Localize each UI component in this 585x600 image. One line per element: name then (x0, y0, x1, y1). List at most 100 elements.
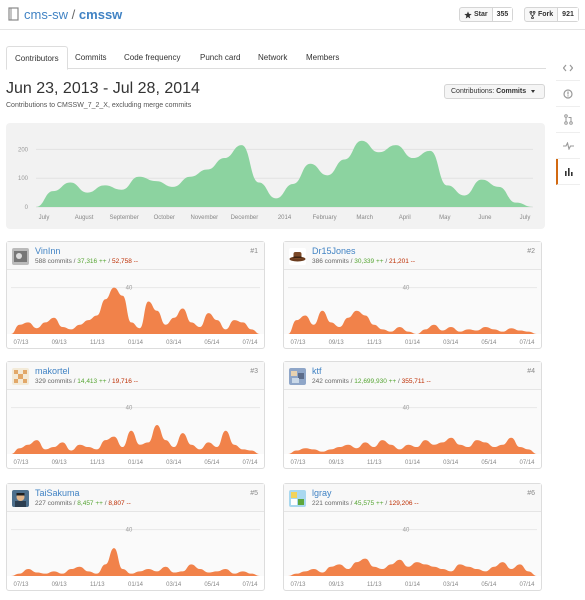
x-tick-label: 01/14 (405, 460, 421, 466)
contributor-card: VinInn 588 commits / 37,316 ++ / 52,758 … (6, 241, 265, 349)
tab-contributors[interactable]: Contributors (6, 46, 68, 70)
repo-name-link[interactable]: cmssw (79, 7, 122, 22)
contributor-chart-svg: 40 07/13 09/13 11/13 01/14 03/14 05/14 07/14 (7, 270, 264, 346)
pull-request-icon[interactable] (556, 107, 580, 133)
deletions: 129,206 -- (388, 500, 419, 507)
contributor-name[interactable]: makortel (35, 366, 70, 376)
x-tick-label: 05/14 (204, 340, 220, 346)
contributor-rank: #2 (527, 248, 535, 255)
x-tick-label: 09/13 (52, 340, 68, 346)
tab-network[interactable]: Network (250, 46, 295, 69)
avatar[interactable] (12, 248, 29, 265)
graphs-icon[interactable] (556, 159, 580, 185)
x-tick-label: June (478, 215, 492, 221)
commit-count: 227 commits (35, 500, 72, 507)
x-tick-label: 09/13 (52, 582, 68, 588)
contributor-name[interactable]: VinInn (35, 246, 60, 256)
contributor-stats: 588 commits / 37,316 ++ / 52,758 -- (35, 258, 139, 265)
tab-commits[interactable]: Commits (67, 46, 115, 69)
commit-count: 588 commits (35, 258, 72, 265)
star-button[interactable]: Star (460, 8, 493, 21)
fork-button-group: Fork 921 (524, 7, 579, 22)
contributor-card-header: VinInn 588 commits / 37,316 ++ / 52,758 … (7, 242, 264, 270)
contributor-card: lgray 221 commits / 45,575 ++ / 129,206 … (283, 483, 542, 591)
contributor-card: TaiSakuma 227 commits / 8,457 ++ / 8,807… (6, 483, 265, 591)
repo-icon (8, 7, 19, 21)
tab-punch-card[interactable]: Punch card (192, 46, 248, 69)
contributions-subtitle: Contributions to CMSSW_7_2_X, excluding … (6, 102, 192, 109)
x-tick-label: 03/14 (443, 460, 459, 466)
commit-count: 329 commits (35, 378, 72, 385)
x-tick-label: 07/13 (13, 582, 29, 588)
select-value: Commits (496, 88, 527, 95)
code-icon[interactable] (556, 55, 580, 81)
contributions-select[interactable]: Contributions: Commits (444, 84, 545, 99)
x-tick-label: 05/14 (481, 460, 497, 466)
deletions: 8,807 -- (108, 500, 131, 507)
fork-icon (529, 10, 536, 19)
date-range: Jun 23, 2013 - Jul 28, 2014 (6, 80, 200, 97)
avatar[interactable] (12, 368, 29, 385)
tab-code-frequency[interactable]: Code frequency (116, 46, 188, 69)
contributor-chart-svg: 40 07/13 09/13 11/13 01/14 03/14 05/14 07/14 (7, 390, 264, 466)
deletions: 19,716 -- (111, 378, 139, 385)
x-tick-label: 05/14 (204, 460, 220, 466)
deletions: 21,201 -- (388, 258, 416, 265)
contributor-name[interactable]: lgray (312, 488, 332, 498)
x-tick-label: 03/14 (443, 340, 459, 346)
contributor-name[interactable]: TaiSakuma (35, 488, 80, 498)
avatar[interactable] (12, 490, 29, 507)
avatar[interactable] (289, 248, 306, 265)
deletions: 355,711 -- (401, 378, 431, 385)
main-chart-svg: 0 100 200 July August September October Novembe… (18, 140, 533, 221)
main-contributions-chart: 0 100 200 July August September October Novembe… (6, 123, 545, 229)
x-tick-label: 2014 (278, 215, 292, 221)
x-tick-label: December (231, 215, 259, 221)
fork-count[interactable]: 921 (558, 8, 578, 21)
fork-label: Fork (538, 11, 554, 18)
star-count[interactable]: 355 (492, 8, 513, 21)
contributor-name[interactable]: Dr15Jones (312, 246, 356, 256)
x-tick-label: 01/14 (128, 582, 144, 588)
contributor-name[interactable]: ktf (312, 366, 322, 376)
x-tick-label: July (520, 215, 531, 221)
graphs-tabs: Contributors Commits Code frequency Punc… (6, 46, 546, 70)
x-tick-label: 09/13 (329, 582, 345, 588)
pulse-icon[interactable] (556, 133, 580, 159)
star-icon (464, 10, 472, 18)
contributor-stats: 227 commits / 8,457 ++ / 8,807 -- (35, 500, 131, 507)
x-tick-label: 11/13 (90, 340, 105, 346)
contributor-rank: #3 (250, 368, 258, 375)
fork-button[interactable]: Fork (525, 8, 559, 21)
plot-background (284, 390, 541, 454)
commit-count: 386 commits (312, 258, 349, 265)
x-tick-label: August (75, 215, 94, 221)
avatar[interactable] (289, 368, 306, 385)
y-tick-label: 40 (403, 286, 410, 292)
issues-icon[interactable] (556, 81, 580, 107)
x-tick-label: 07/14 (242, 582, 258, 588)
contributor-card-header: TaiSakuma 227 commits / 8,457 ++ / 8,807… (7, 484, 264, 512)
avatar[interactable] (289, 490, 306, 507)
y-tick-label: 0 (25, 205, 29, 211)
x-tick-label: 07/13 (290, 582, 306, 588)
additions: 30,339 ++ (354, 258, 384, 265)
area-series (36, 140, 533, 207)
star-button-group: Star 355 (459, 7, 514, 22)
contributor-stats: 386 commits / 30,339 ++ / 21,201 -- (312, 258, 416, 265)
x-tick-label: May (439, 215, 450, 221)
tab-members[interactable]: Members (298, 46, 347, 69)
star-label: Star (474, 11, 488, 18)
contributor-card: Dr15Jones 386 commits / 30,339 ++ / 21,2… (283, 241, 542, 349)
x-tick-label: 03/14 (166, 460, 182, 466)
repo-header: cms-sw / cmssw Star 355 Fork 921 (0, 0, 585, 30)
repo-owner-link[interactable]: cms-sw (24, 7, 68, 22)
additions: 45,575 ++ (354, 500, 384, 507)
contributor-stats: 242 commits / 12,699,930 ++ / 355,711 -- (312, 378, 431, 385)
x-tick-label: 05/14 (481, 340, 497, 346)
y-tick-label: 40 (403, 406, 410, 412)
x-tick-label: 07/14 (519, 340, 535, 346)
x-tick-label: July (39, 215, 50, 221)
additions: 12,699,930 ++ (354, 378, 397, 385)
contributor-card: ktf 242 commits / 12,699,930 ++ / 355,71… (283, 361, 542, 469)
